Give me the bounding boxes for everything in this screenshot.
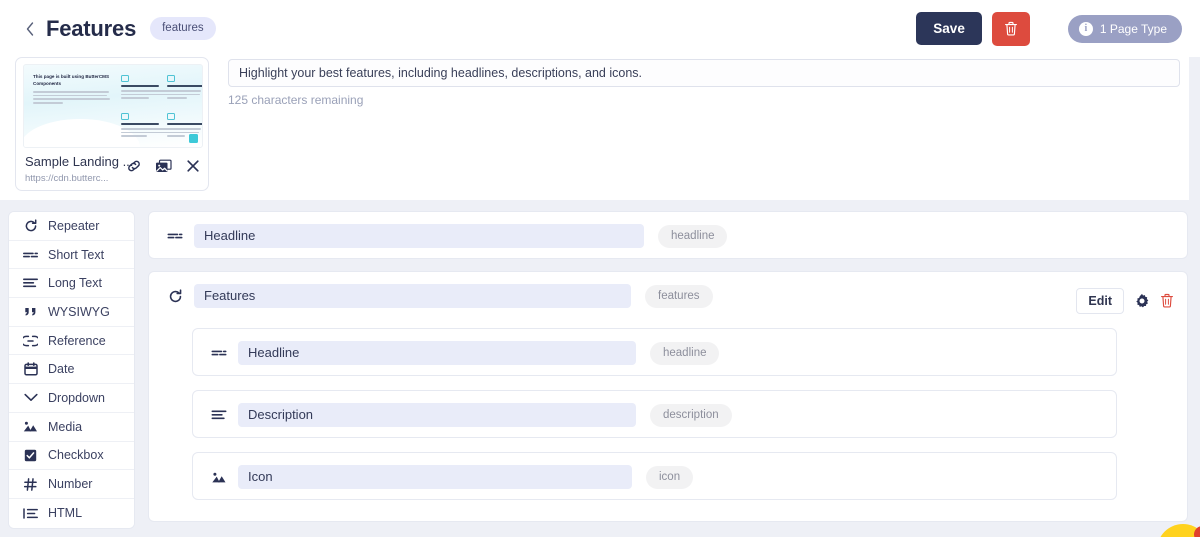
remove-media-button[interactable]: [186, 159, 200, 173]
info-icon: i: [1078, 21, 1093, 36]
repeater-icon: [23, 218, 38, 233]
characters-remaining-label: 125 characters remaining: [228, 93, 364, 107]
settings-button[interactable]: [1134, 293, 1150, 309]
nested-field-headline: Headline headline: [192, 328, 1117, 376]
checkbox-icon: [23, 448, 38, 463]
field-key-pill: headline: [658, 224, 728, 248]
nested-field-description: Description description: [192, 390, 1117, 438]
copy-link-button[interactable]: [126, 158, 142, 174]
field-key-pill: features: [645, 284, 713, 308]
long-text-icon: [208, 409, 230, 421]
delete-button[interactable]: [991, 11, 1030, 46]
field-row-content: Headline headline: [193, 329, 1116, 377]
close-icon: [187, 160, 199, 172]
field-type-label: Dropdown: [48, 390, 105, 405]
field-type-date[interactable]: Date: [9, 355, 134, 385]
repeater-actions: Edit: [1076, 288, 1174, 314]
reference-icon: [23, 333, 38, 348]
field-type-number[interactable]: Number: [9, 470, 134, 499]
trash-icon: [1161, 293, 1173, 308]
repeater-header: Features features: [149, 272, 1187, 320]
field-type-label: Long Text: [48, 276, 102, 291]
description-input[interactable]: [228, 59, 1180, 87]
field-row-content: Icon icon: [193, 453, 1116, 501]
image-icon: [23, 419, 38, 434]
images-icon: [155, 159, 172, 172]
quote-icon: [23, 304, 38, 319]
media-url: https://cdn.butterc...: [25, 173, 109, 184]
field-row-headline: Headline headline: [148, 211, 1188, 259]
field-name-input[interactable]: Icon: [238, 465, 632, 489]
media-thumbnail: This page is built using ButterCMS Compo…: [23, 64, 203, 148]
thumbnail-feature-1: [121, 75, 173, 101]
page-type-pill[interactable]: i 1 Page Type: [1067, 14, 1182, 43]
field-key-pill: description: [650, 403, 732, 427]
back-button[interactable]: [22, 18, 38, 40]
chevron-down-icon: [23, 390, 38, 405]
app-root: Features features Save i 1 Page Type Thi…: [0, 0, 1200, 537]
thumbnail-body-text: [33, 91, 111, 106]
field-type-label: Repeater: [48, 218, 100, 233]
field-type-html[interactable]: HTML: [9, 498, 134, 528]
thumbnail-feature-2: [167, 75, 202, 101]
top-bar-actions: Save i 1 Page Type: [916, 11, 1182, 46]
top-bar: Features features Save i 1 Page Type: [0, 0, 1200, 57]
short-text-icon: [164, 231, 186, 241]
field-type-label: Media: [48, 419, 83, 434]
list-icon: [23, 506, 38, 521]
page-title: Features: [46, 15, 137, 41]
gear-icon: [1136, 293, 1149, 308]
field-key-pill: icon: [646, 465, 694, 489]
hash-icon: [23, 477, 38, 492]
nested-field-icon: Icon icon: [192, 452, 1117, 500]
edit-button[interactable]: Edit: [1076, 288, 1124, 314]
thumbnail-heading: This page is built using ButterCMS Compo…: [33, 74, 110, 86]
field-type-short-text[interactable]: Short Text: [9, 240, 134, 270]
thumbnail-feature-3: [121, 113, 173, 139]
field-type-repeater[interactable]: Repeater: [9, 212, 134, 241]
field-type-wysiwyg[interactable]: WYSIWYG: [9, 298, 134, 327]
field-type-media[interactable]: Media: [9, 412, 134, 442]
chevron-left-icon: [26, 21, 34, 36]
page-type-label: 1 Page Type: [1099, 21, 1167, 36]
field-type-label: Reference: [48, 333, 106, 348]
field-row-content: Headline headline: [149, 212, 1187, 260]
image-icon: [208, 471, 230, 484]
short-text-icon: [23, 247, 38, 262]
field-type-label: Date: [48, 362, 75, 377]
field-types-panel: Repeater Short Text Long Text WYSIWYG Re…: [8, 211, 135, 529]
field-type-dropdown[interactable]: Dropdown: [9, 384, 134, 413]
field-type-label: Short Text: [48, 247, 105, 262]
field-type-label: Checkbox: [48, 448, 104, 463]
field-name-input[interactable]: Headline: [238, 341, 636, 365]
field-type-label: WYSIWYG: [48, 304, 110, 319]
field-type-checkbox[interactable]: Checkbox: [9, 441, 134, 471]
trash-icon: [1004, 21, 1017, 36]
field-name-input[interactable]: Description: [238, 403, 636, 427]
field-name-input[interactable]: Headline: [194, 224, 644, 248]
field-row-features-repeater: Features features Edit Headline headline…: [148, 271, 1188, 522]
replace-media-button[interactable]: [155, 159, 173, 174]
delete-field-button[interactable]: [1160, 293, 1174, 309]
media-title: Sample Landing ...: [25, 154, 134, 169]
field-type-label: HTML: [48, 506, 83, 521]
field-type-long-text[interactable]: Long Text: [9, 269, 134, 299]
save-button[interactable]: Save: [916, 12, 982, 45]
long-text-icon: [23, 276, 38, 291]
field-row-content: Description description: [193, 391, 1116, 439]
thumbnail-accent-square: [189, 134, 198, 143]
preview-panel: This page is built using ButterCMS Compo…: [0, 57, 1189, 200]
field-name-input[interactable]: Features: [194, 284, 631, 308]
repeater-icon: [164, 288, 186, 304]
page-key-chip: features: [150, 17, 216, 40]
link-icon: [128, 160, 140, 172]
media-card-actions: [126, 158, 200, 174]
media-card[interactable]: This page is built using ButterCMS Compo…: [15, 57, 209, 191]
short-text-icon: [208, 348, 230, 358]
field-type-reference[interactable]: Reference: [9, 326, 134, 356]
field-key-pill: headline: [650, 341, 720, 365]
field-type-label: Number: [48, 477, 93, 492]
calendar-icon: [23, 362, 38, 377]
